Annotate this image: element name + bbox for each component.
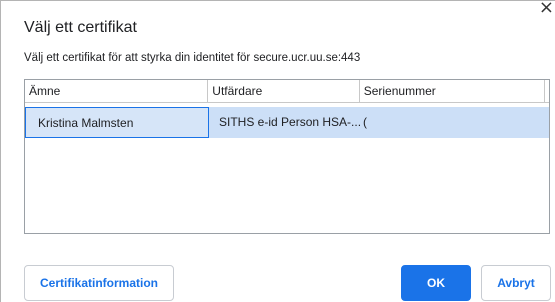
ok-button[interactable]: OK bbox=[401, 265, 471, 301]
column-header-serial[interactable]: Serienummer bbox=[360, 80, 545, 102]
column-header-issuer[interactable]: Utfärdare bbox=[208, 80, 360, 102]
table-row-selected[interactable]: Kristina Malmsten SITHS e-id Person HSA-… bbox=[25, 107, 549, 138]
column-header-extra[interactable] bbox=[545, 80, 549, 102]
cell-issuer[interactable]: SITHS e-id Person HSA-... bbox=[209, 107, 361, 138]
dialog-subtitle: Välj ett certifikat för att styrka din i… bbox=[24, 52, 361, 64]
table-header: Ämne Utfärdare Serienummer bbox=[25, 80, 549, 103]
cell-serial[interactable]: ( bbox=[361, 107, 547, 138]
close-icon[interactable]: × bbox=[539, 0, 554, 17]
certificate-dialog: × Välj ett certifikat Välj ett certifika… bbox=[0, 0, 555, 302]
cancel-button[interactable]: Avbryt bbox=[481, 265, 551, 301]
cell-extra[interactable] bbox=[547, 107, 549, 138]
certificate-table: Ämne Utfärdare Serienummer Kristina Malm… bbox=[24, 79, 550, 234]
column-header-subject[interactable]: Ämne bbox=[25, 80, 209, 102]
certificate-info-button[interactable]: Certifikatinformation bbox=[24, 265, 174, 301]
cell-subject[interactable]: Kristina Malmsten bbox=[25, 107, 209, 138]
dialog-title: Välj ett certifikat bbox=[24, 19, 137, 36]
